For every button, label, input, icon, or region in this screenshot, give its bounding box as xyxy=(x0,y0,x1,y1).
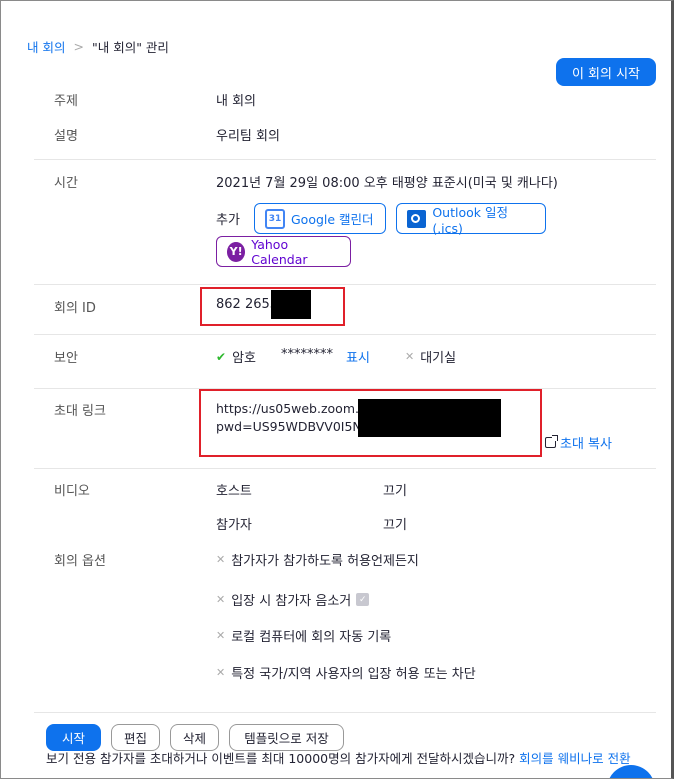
copy-invitation-link[interactable]: 초대 복사 xyxy=(545,433,612,452)
save-as-template-button[interactable]: 템플릿으로 저장 xyxy=(229,724,344,751)
start-this-meeting-button[interactable]: 이 회의 시작 xyxy=(556,58,656,86)
outlook-calendar-button[interactable]: Outlook 일정(.ics) xyxy=(396,203,546,236)
yahoo-calendar-button[interactable]: Y! Yahoo Calendar xyxy=(216,236,351,267)
waiting-room-label: 대기실 xyxy=(420,351,457,366)
calendar-add-label: 추가 xyxy=(216,213,240,228)
time-value: 2021년 7월 29일 08:00 오후 태평양 표준시(미국 및 캐나다) xyxy=(216,176,558,191)
help-icon[interactable]: ✓ xyxy=(356,593,370,606)
description-label: 설명 xyxy=(54,129,78,144)
option-auto-record: ✕ 로컬 컴퓨터에 회의 자동 기록 xyxy=(216,626,391,645)
divider xyxy=(34,159,656,160)
option-join-anytime: ✕ 참가자가 참가하도록 허용언제든지 xyxy=(216,550,419,569)
video-participant-value: 끄기 xyxy=(383,518,407,533)
yahoo-calendar-label: Yahoo Calendar xyxy=(251,236,308,267)
option-label: 입장 시 참가자 음소거 xyxy=(231,594,352,609)
yahoo-icon: Y! xyxy=(227,241,246,262)
passcode-value: ******** xyxy=(281,347,333,362)
edit-button[interactable]: 편집 xyxy=(111,724,160,751)
security-passcode: ✔ 암호 xyxy=(216,347,256,367)
copy-invitation-label: 초대 복사 xyxy=(560,437,612,452)
webinar-prompt-text: 보기 전용 참가자를 초대하거나 이벤트를 최대 10000명의 참가자에게 전… xyxy=(46,751,520,766)
waiting-room: ✕ 대기실 xyxy=(405,347,456,366)
divider xyxy=(34,712,656,713)
x-icon: ✕ xyxy=(216,553,226,566)
webinar-prompt: 보기 전용 참가자를 초대하거나 이벤트를 최대 10000명의 참가자에게 전… xyxy=(46,751,646,767)
google-calendar-label: Google 캘린더 xyxy=(291,212,374,227)
meeting-options-label: 회의 옵션 xyxy=(54,554,106,569)
start-button[interactable]: 시작 xyxy=(46,724,101,751)
google-calendar-button[interactable]: 31 Google 캘린더 xyxy=(254,203,386,234)
highlight-box-meeting-id xyxy=(200,287,345,326)
google-calendar-icon: 31 xyxy=(265,208,285,229)
divider xyxy=(34,284,656,285)
security-label: 보안 xyxy=(54,351,78,366)
show-passcode-link[interactable]: 표시 xyxy=(346,347,370,366)
option-label: 참가자가 참가하도록 허용언제든지 xyxy=(231,554,419,569)
check-icon: ✔ xyxy=(216,349,227,364)
passcode-label: 암호 xyxy=(232,351,256,366)
option-label: 로컬 컴퓨터에 회의 자동 기록 xyxy=(231,630,392,645)
breadcrumb-my-meetings[interactable]: 내 회의 xyxy=(27,37,65,56)
x-icon: ✕ xyxy=(405,350,415,363)
video-label: 비디오 xyxy=(54,484,90,499)
video-host-value: 끄기 xyxy=(383,484,407,499)
description-value: 우리팀 회의 xyxy=(216,129,280,144)
external-link-icon xyxy=(545,435,558,448)
x-icon: ✕ xyxy=(216,666,226,679)
convert-to-webinar-link[interactable]: 회의를 웨비나로 전환 xyxy=(519,751,630,766)
breadcrumb-current: "내 회의" 관리 xyxy=(91,40,169,55)
meeting-id-label: 회의 ID xyxy=(54,301,96,316)
x-icon: ✕ xyxy=(216,593,226,606)
video-host-label: 호스트 xyxy=(216,484,252,499)
time-label: 시간 xyxy=(54,176,78,191)
chat-help-button[interactable] xyxy=(607,765,655,778)
x-icon: ✕ xyxy=(216,629,226,642)
page-frame: 내 회의 > "내 회의" 관리 이 회의 시작 주제 내 회의 설명 우리팀 … xyxy=(0,0,674,779)
topic-value: 내 회의 xyxy=(216,94,257,109)
video-participant-label: 참가자 xyxy=(216,518,252,533)
option-mute-on-entry: ✕ 입장 시 참가자 음소거 ✓ xyxy=(216,590,370,609)
invite-link-label: 초대 링크 xyxy=(54,404,106,419)
option-region-block: ✕ 특정 국가/지역 사용자의 입장 허용 또는 차단 xyxy=(216,663,476,682)
option-label: 특정 국가/지역 사용자의 입장 허용 또는 차단 xyxy=(231,667,476,682)
highlight-box-invite-link xyxy=(199,389,542,457)
divider xyxy=(34,468,656,469)
outlook-calendar-label: Outlook 일정(.ics) xyxy=(432,204,508,236)
breadcrumb-separator: > xyxy=(73,39,84,54)
delete-button[interactable]: 삭제 xyxy=(170,724,219,751)
breadcrumb: 내 회의 > "내 회의" 관리 xyxy=(27,37,169,56)
divider xyxy=(34,334,656,335)
topic-label: 주제 xyxy=(54,94,78,109)
outlook-icon xyxy=(407,209,427,228)
